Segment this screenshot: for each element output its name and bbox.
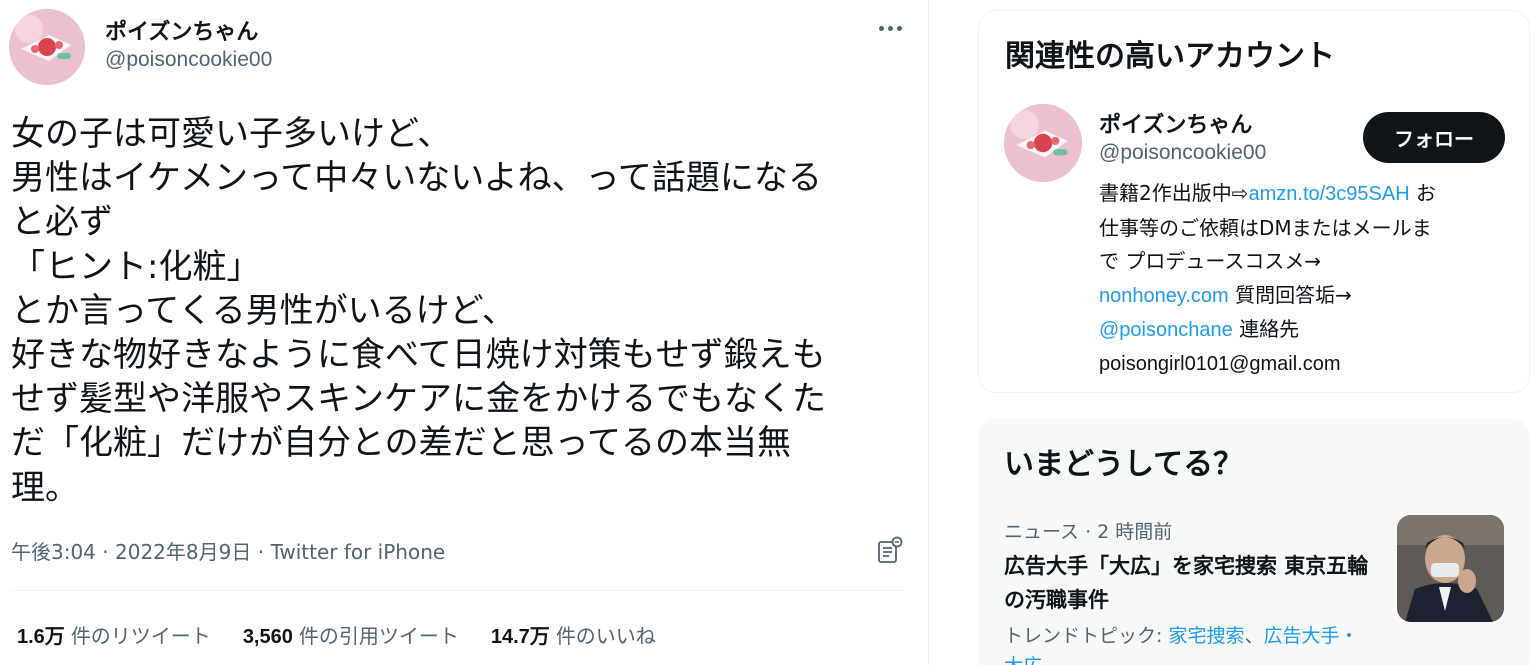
tweet-text-line: 男性はイケメンって中々いないよね、って話題になる (11, 158, 822, 199)
divider (11, 590, 904, 591)
likes-label: 件のいいね (555, 624, 656, 648)
author-handle[interactable]: @poisoncookie00 (105, 48, 272, 72)
tweet-text-line: 女の子は可愛い子多いけど、 (11, 114, 452, 154)
related-avatar[interactable] (1004, 104, 1082, 182)
bio-line: 仕事等のご依頼はDMまたはメールま (1099, 215, 1432, 240)
quotes-count: 3,560 (242, 626, 293, 648)
meta-separator: · (257, 540, 265, 564)
topic-link[interactable]: 広告大手 (1263, 625, 1339, 647)
meta-separator: · (102, 540, 109, 564)
topic-sep: 、 (1244, 625, 1264, 647)
bio-link-amzn[interactable]: amzn.to/3c95SAH (1248, 183, 1409, 205)
bio-link-nonhoney[interactable]: nonhoney.com (1099, 285, 1229, 307)
tweet-text-line: 好きな物好きなように食べて日焼け対策もせず鍛えも (11, 335, 826, 376)
tweet-text-line: 「ヒント:化粧」 (11, 246, 261, 287)
news-photo (1397, 515, 1504, 622)
trend-headline[interactable]: 広告大手「大広」を家宅捜索 東京五輪の汚職事件 (1004, 549, 1374, 617)
more-icon[interactable] (872, 14, 908, 42)
quotes-label: 件の引用ツイート (298, 624, 459, 648)
author-avatar[interactable] (9, 9, 85, 85)
bio-email: poisongirl0101@gmail.com (1099, 352, 1341, 375)
tweet-text-line: 理。 (11, 467, 79, 508)
bio-line: で プロデュースコスメ→ (1099, 249, 1322, 273)
bio-line: 書籍2作出版中⇨amzn.to/3c95SAH お (1099, 177, 1511, 212)
topic-link[interactable]: 家宅捜索 (1168, 625, 1244, 647)
bio-line: @poisonchane 連絡先 (1099, 313, 1511, 348)
bio-text: お (1409, 181, 1437, 205)
likes-stat[interactable]: 14.7万 件のいいね (491, 620, 656, 649)
follow-button[interactable]: フォロー (1363, 112, 1505, 163)
tweet-text: 女の子は可愛い子多いけど、 男性はイケメンって中々いないよね、って話題になる と… (11, 112, 911, 510)
trends-title: いまどうしてる？ (1004, 447, 1244, 482)
tweet-text-line: せず髪型や洋服やスキンケアに金をかけるでもなくた (11, 379, 826, 420)
trends-card: いまどうしてる？ ニュース · 2 時間前 広告大手「大広」を家宅捜索 東京五輪… (978, 419, 1530, 665)
tweet-stats: 1.6万 件のリツイート 3,560 件の引用ツイート 14.7万 件のいいね (17, 620, 656, 649)
bio-link-mention[interactable]: @poisonchane (1099, 319, 1233, 341)
trend-topics: トレンドトピック: 家宅捜索、広告大手・大広 (1004, 621, 1374, 665)
analytics-icon[interactable] (874, 534, 906, 566)
tweet-text-line: と必ず (11, 202, 113, 243)
bio-text: 質問回答垢→ (1228, 282, 1352, 307)
tweet-detail: ポイズンちゃん @poisoncookie00 女の子は可愛い子多いけど、 男性… (0, 0, 929, 665)
avatar-image (9, 9, 85, 85)
quotes-stat[interactable]: 3,560 件の引用ツイート (243, 620, 459, 649)
related-bio: 書籍2作出版中⇨amzn.to/3c95SAH お 仕事等のご依頼はDMまたはメ… (1099, 177, 1511, 381)
bio-text: 連絡先 (1232, 317, 1300, 341)
tweet-meta: 午後3:04 · 2022年8月9日 · Twitter for iPhone (11, 536, 445, 565)
tweet-time[interactable]: 午後3:04 (11, 540, 96, 564)
tweet-source: Twitter for iPhone (270, 540, 446, 564)
tweet-text-line: だ「化粧」だけが自分との差だと思ってるの本当無 (11, 423, 791, 464)
avatar-image (1004, 104, 1082, 182)
topics-label: トレンドトピック: (1004, 625, 1169, 647)
author-name[interactable]: ポイズンちゃん (105, 14, 258, 46)
tweet-text-line: とか言ってくる男性がいるけど、 (11, 290, 516, 331)
retweets-stat[interactable]: 1.6万 件のリツイート (17, 620, 211, 649)
related-title: 関連性の高いアカウント (1005, 39, 1335, 74)
retweets-count: 1.6万 (17, 626, 65, 648)
trend-meta: ニュース · 2 時間前 (1004, 521, 1173, 543)
bio-line: nonhoney.com 質問回答垢→ (1099, 279, 1511, 314)
related-name[interactable]: ポイズンちゃん (1099, 107, 1252, 139)
trend-thumbnail[interactable] (1397, 515, 1504, 622)
bio-text: 書籍2作出版中⇨ (1099, 181, 1249, 205)
retweets-label: 件のリツイート (70, 624, 211, 648)
likes-count: 14.7万 (490, 626, 550, 648)
related-accounts-card: 関連性の高いアカウント ポイズンちゃん @poisoncookie00 フォロー… (978, 10, 1530, 393)
tweet-date[interactable]: 2022年8月9日 (115, 540, 251, 564)
related-handle[interactable]: @poisoncookie00 (1099, 141, 1266, 165)
